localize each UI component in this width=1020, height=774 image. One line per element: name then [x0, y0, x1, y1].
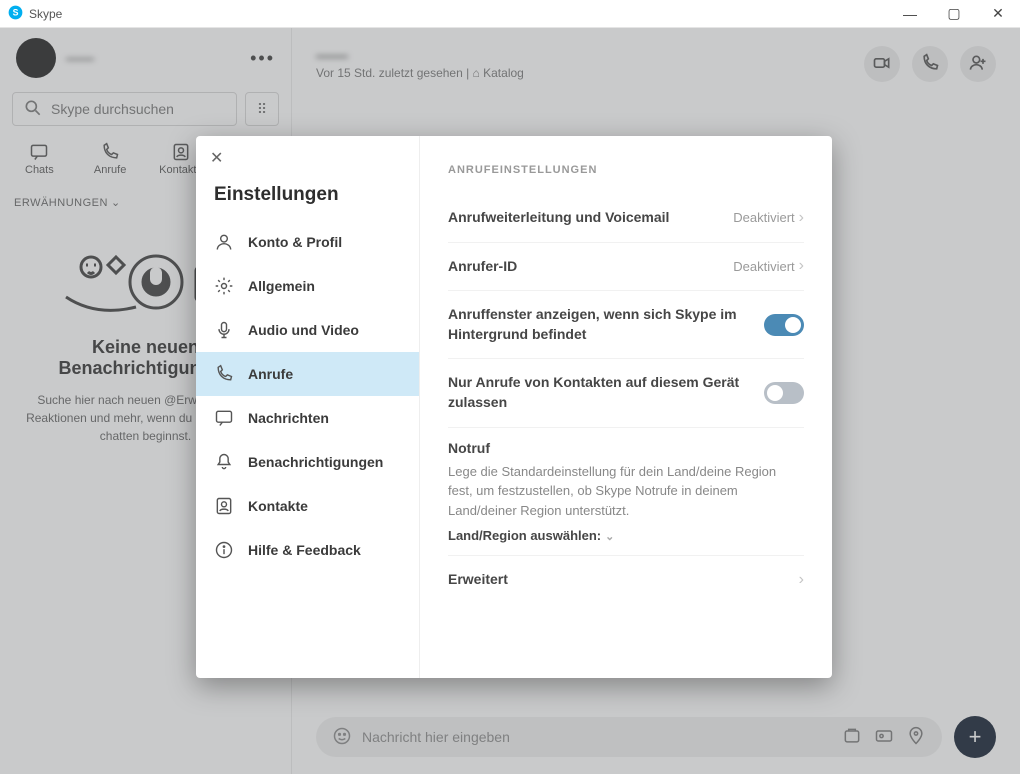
nav-label: Benachrichtigungen: [248, 454, 383, 470]
nav-help[interactable]: Hilfe & Feedback: [196, 528, 419, 572]
window-minimize-button[interactable]: —: [888, 0, 932, 28]
window-title: Skype: [29, 7, 62, 21]
nav-label: Allgemein: [248, 278, 315, 294]
nav-notifications[interactable]: Benachrichtigungen: [196, 440, 419, 484]
chevron-right-icon: ›: [799, 571, 804, 589]
row-advanced[interactable]: Erweitert ›: [448, 556, 804, 604]
close-button[interactable]: ✕: [210, 148, 223, 168]
bell-icon: [214, 452, 234, 472]
chevron-right-icon: ›: [799, 257, 804, 275]
nav-audio-video[interactable]: Audio und Video: [196, 308, 419, 352]
row-only-contacts: Nur Anrufe von Kontakten auf diesem Gerä…: [448, 359, 804, 427]
nav-label: Audio und Video: [248, 322, 359, 338]
info-icon: [214, 540, 234, 560]
row-label: Anrufweiterleitung und Voicemail: [448, 208, 733, 228]
row-label: Erweitert: [448, 570, 799, 590]
user-icon: [214, 232, 234, 252]
svg-text:S: S: [13, 7, 19, 17]
settings-modal: ✕ Einstellungen Konto & Profil Allgemein…: [196, 136, 832, 678]
nav-label: Kontakte: [248, 498, 308, 514]
row-forwarding[interactable]: Anrufweiterleitung und Voicemail Deaktiv…: [448, 194, 804, 243]
toggle-only-contacts[interactable]: [764, 382, 804, 404]
nav-calls[interactable]: Anrufe: [196, 352, 419, 396]
block-emergency: Notruf Lege die Standardeinstellung für …: [448, 428, 804, 557]
chevron-right-icon: ›: [799, 209, 804, 227]
settings-content: ANRUFEINSTELLUNGEN Anrufweiterleitung un…: [420, 136, 832, 678]
skype-logo-icon: S: [8, 5, 23, 23]
row-label: Anrufer-ID: [448, 257, 733, 277]
nav-general[interactable]: Allgemein: [196, 264, 419, 308]
nav-account[interactable]: Konto & Profil: [196, 220, 419, 264]
window-titlebar: S Skype — ▢ ✕: [0, 0, 1020, 28]
phone-icon: [214, 364, 234, 384]
row-label: Anruffenster anzeigen, wenn sich Skype i…: [448, 305, 764, 344]
nav-label: Konto & Profil: [248, 234, 342, 250]
row-label: Nur Anrufe von Kontakten auf diesem Gerä…: [448, 373, 764, 412]
nav-contacts[interactable]: Kontakte: [196, 484, 419, 528]
nav-messages[interactable]: Nachrichten: [196, 396, 419, 440]
nav-label: Anrufe: [248, 366, 293, 382]
window-maximize-button[interactable]: ▢: [932, 0, 976, 28]
window-close-button[interactable]: ✕: [976, 0, 1020, 28]
row-caller-id[interactable]: Anrufer-ID Deaktiviert ›: [448, 243, 804, 292]
nav-label: Hilfe & Feedback: [248, 542, 361, 558]
chevron-down-icon: ⌄: [605, 531, 614, 543]
message-icon: [214, 408, 234, 428]
selector-label: Land/Region auswählen:: [448, 528, 601, 543]
settings-nav: Einstellungen Konto & Profil Allgemein A…: [196, 136, 420, 678]
section-heading: ANRUFEINSTELLUNGEN: [448, 164, 804, 176]
row-show-call-window: Anruffenster anzeigen, wenn sich Skype i…: [448, 291, 804, 359]
settings-title: Einstellungen: [214, 184, 419, 206]
close-icon: ✕: [210, 150, 223, 167]
nav-label: Nachrichten: [248, 410, 329, 426]
block-label: Notruf: [448, 440, 804, 456]
block-description: Lege die Standardeinstellung für dein La…: [448, 462, 804, 521]
country-selector[interactable]: Land/Region auswählen: ⌄: [448, 528, 804, 543]
row-status: Deaktiviert: [733, 259, 794, 274]
gear-icon: [214, 276, 234, 296]
row-status: Deaktiviert: [733, 210, 794, 225]
mic-icon: [214, 320, 234, 340]
contacts-icon: [214, 496, 234, 516]
toggle-show-window[interactable]: [764, 314, 804, 336]
